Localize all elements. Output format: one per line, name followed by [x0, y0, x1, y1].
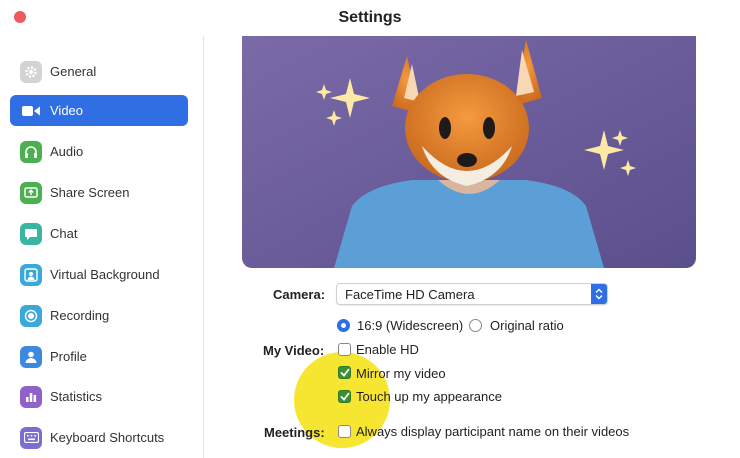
- sidebar-item-video[interactable]: Video: [10, 95, 188, 126]
- checkmark-icon: [339, 392, 350, 401]
- video-camera-icon: [20, 100, 42, 122]
- keyboard-icon: [20, 426, 42, 449]
- person-portrait-icon: [20, 263, 42, 286]
- sidebar-item-label: Keyboard Shortcuts: [50, 430, 165, 445]
- sidebar-item-label: Recording: [50, 308, 110, 323]
- camera-label: Camera:: [273, 287, 326, 302]
- sidebar-item-label: General: [50, 64, 97, 79]
- sidebar-item-audio[interactable]: Audio: [10, 136, 188, 167]
- video-preview: [242, 36, 696, 268]
- close-window-button[interactable]: [14, 11, 26, 23]
- sidebar-item-keyboard-shortcuts[interactable]: Keyboard Shortcuts: [10, 422, 188, 453]
- my-video-label: My Video:: [263, 343, 325, 358]
- display-name-label: Always display participant name on their…: [356, 424, 630, 439]
- headphones-icon: [20, 140, 42, 163]
- sidebar-item-profile[interactable]: Profile: [10, 341, 188, 372]
- mirror-video-label: Mirror my video: [356, 366, 446, 381]
- sidebar-item-label: Video: [50, 103, 84, 118]
- sidebar-item-recording[interactable]: Recording: [10, 300, 188, 331]
- sidebar-item-chat[interactable]: Chat: [10, 218, 188, 249]
- sidebar-item-label: Statistics: [50, 389, 103, 404]
- sidebar-item-label: Chat: [50, 226, 78, 241]
- enable-hd-label: Enable HD: [356, 342, 419, 357]
- chevron-up-down-icon: [591, 284, 607, 304]
- camera-select[interactable]: FaceTime HD Camera: [336, 283, 608, 305]
- sidebar: General Video Audio Share Screen Chat Vi…: [0, 36, 204, 458]
- original-ratio-label: Original ratio: [490, 318, 564, 333]
- gear-icon: [20, 60, 42, 83]
- enable-hd-checkbox[interactable]: [338, 343, 351, 356]
- sidebar-item-virtual-background[interactable]: Virtual Background: [10, 259, 188, 290]
- widescreen-radio[interactable]: [337, 319, 350, 332]
- title-bar: Settings: [0, 0, 740, 36]
- sidebar-item-statistics[interactable]: Statistics: [10, 381, 188, 412]
- chat-bubble-icon: [20, 222, 42, 245]
- display-name-checkbox[interactable]: [338, 425, 351, 438]
- mirror-video-checkbox[interactable]: [338, 366, 351, 379]
- touch-up-checkbox[interactable]: [338, 390, 351, 403]
- sidebar-item-share-screen[interactable]: Share Screen: [10, 177, 188, 208]
- share-screen-icon: [20, 181, 42, 204]
- meetings-label: Meetings:: [264, 425, 325, 440]
- window-title: Settings: [338, 9, 402, 26]
- sidebar-item-label: Share Screen: [50, 185, 130, 200]
- camera-select-value: FaceTime HD Camera: [345, 286, 475, 302]
- original-ratio-radio[interactable]: [469, 319, 482, 332]
- person-icon: [20, 345, 42, 368]
- record-icon: [20, 304, 42, 327]
- sidebar-item-label: Profile: [50, 349, 87, 364]
- sidebar-item-label: Audio: [50, 144, 84, 159]
- sidebar-item-general[interactable]: General: [10, 56, 188, 87]
- touch-up-label: Touch up my appearance: [356, 389, 502, 404]
- widescreen-label: 16:9 (Widescreen): [357, 318, 464, 333]
- sidebar-item-label: Virtual Background: [50, 267, 160, 282]
- checkmark-icon: [339, 368, 350, 377]
- bar-chart-icon: [20, 385, 42, 408]
